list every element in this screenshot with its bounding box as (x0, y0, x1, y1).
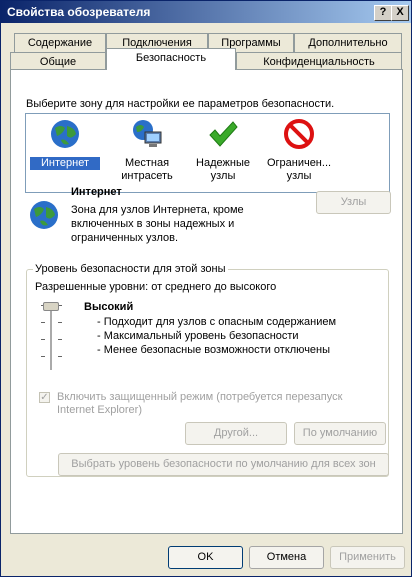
help-button[interactable]: ? (374, 5, 392, 21)
zone-label: Интернет (30, 157, 100, 170)
sites-button[interactable]: Узлы (316, 191, 391, 214)
cancel-button[interactable]: Отмена (249, 546, 324, 569)
slider-thumb[interactable] (43, 302, 59, 311)
apply-button[interactable]: Применить (330, 546, 405, 569)
level-bullet: - Подходит для узлов с опасным содержани… (97, 316, 337, 328)
group-title: Уровень безопасности для этой зоны (33, 263, 228, 275)
tab-security[interactable]: Безопасность (106, 48, 236, 70)
zone-label: Местная интрасеть (121, 157, 173, 182)
zone-restricted[interactable]: Ограничен... узлы (264, 118, 334, 183)
level-bullet: - Менее безопасные возможности отключены (97, 344, 331, 356)
internet-options-window: Свойства обозревателя ? X Содержание Под… (0, 0, 412, 577)
allowed-levels: Разрешенные уровни: от среднего до высок… (35, 281, 277, 293)
custom-level-button[interactable]: Другой... (185, 422, 287, 445)
security-level-group: Уровень безопасности для этой зоны Разре… (26, 263, 389, 477)
checkmark-icon (209, 121, 238, 147)
window-title: Свойства обозревателя (7, 5, 151, 19)
level-bullet: - Максимальный уровень безопасности (97, 330, 299, 342)
globe-icon (30, 201, 58, 229)
security-panel: Выберите зону для настройки ее параметро… (10, 69, 403, 534)
zone-list: Интернет Местная интрасеть Надежные узлы (25, 113, 390, 193)
zone-intranet[interactable]: Местная интрасеть (112, 118, 182, 183)
zone-prompt: Выберите зону для настройки ее параметро… (26, 98, 335, 110)
selected-zone-name: Интернет (71, 186, 122, 198)
selected-zone-description: Зона для узлов Интернета, кроме включенн… (71, 204, 244, 244)
restricted-icon (284, 119, 314, 149)
reset-all-zones-button[interactable]: Выбрать уровень безопасности по умолчани… (58, 453, 389, 476)
globe-icon (51, 120, 79, 148)
security-level-slider[interactable] (41, 302, 63, 372)
intranet-icon (133, 120, 162, 147)
close-button[interactable]: X (391, 5, 409, 21)
slider-track (50, 302, 52, 370)
protected-mode-label: Включить защищенный режим (потребуется п… (57, 391, 343, 416)
zone-internet[interactable]: Интернет (30, 118, 100, 170)
tab-content[interactable]: Содержание (14, 33, 106, 52)
default-level-button[interactable]: По умолчанию (294, 422, 386, 445)
ok-button[interactable]: OK (168, 546, 243, 569)
tab-advanced[interactable]: Дополнительно (294, 33, 402, 52)
zone-trusted[interactable]: Надежные узлы (188, 118, 258, 183)
title-bar: Свойства обозревателя ? X (1, 1, 411, 23)
protected-mode-checkbox[interactable]: ✓ (39, 392, 50, 403)
level-name: Высокий (84, 301, 134, 313)
zone-label: Надежные узлы (196, 157, 250, 182)
zone-label: Ограничен... узлы (266, 157, 332, 182)
